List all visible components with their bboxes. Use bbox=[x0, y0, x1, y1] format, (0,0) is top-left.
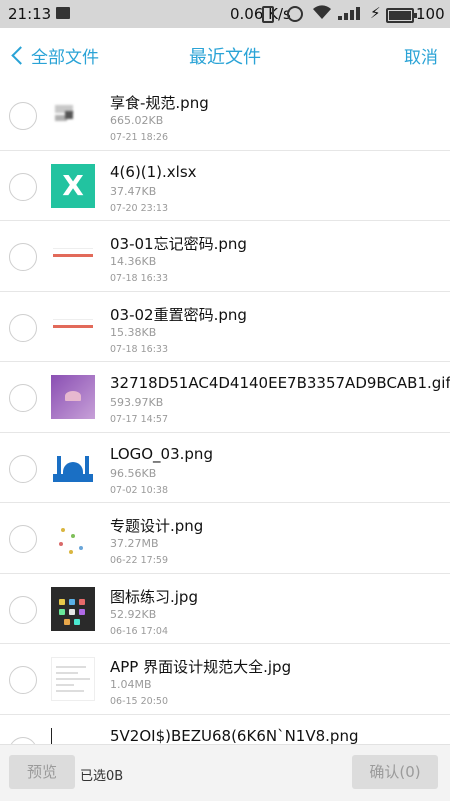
title-bar: 全部文件 最近文件 取消 bbox=[0, 28, 450, 80]
file-row[interactable]: 03-01忘记密码.png 14.36KB 07-18 16:33 bbox=[0, 221, 450, 292]
file-size: 15.38KB bbox=[110, 325, 157, 339]
selected-size: 已选0B bbox=[80, 769, 124, 784]
alarm-icon bbox=[287, 6, 303, 22]
file-name: 专题设计.png bbox=[110, 517, 204, 535]
file-date: 06-15 20:50 bbox=[110, 696, 169, 707]
file-size: 665.02KB bbox=[110, 114, 164, 127]
file-size: 52.92KB bbox=[110, 607, 157, 621]
select-radio[interactable] bbox=[9, 525, 37, 553]
file-thumbnail bbox=[51, 657, 95, 701]
file-thumbnail bbox=[51, 516, 95, 560]
file-size: 37.27MB bbox=[110, 537, 159, 550]
file-date: 07-18 16:33 bbox=[110, 273, 169, 284]
bottom-bar: 预览 已选0B 确认(0) bbox=[0, 744, 450, 801]
file-size: 96.56KB bbox=[110, 466, 157, 480]
file-date: 06-22 17:59 bbox=[110, 555, 169, 566]
signal-icon bbox=[338, 7, 364, 20]
file-row[interactable]: 专题设计.png 37.27MB 06-22 17:59 bbox=[0, 503, 450, 574]
file-row[interactable]: 32718D51AC4D4140EE7B3357AD9BCAB1.gif 593… bbox=[0, 362, 450, 433]
confirm-button[interactable]: 确认(0) bbox=[352, 755, 438, 789]
select-radio[interactable] bbox=[9, 595, 37, 624]
file-date: 07-17 14:57 bbox=[110, 414, 169, 425]
file-name: 图标练习.jpg bbox=[110, 587, 198, 606]
file-row[interactable]: 5V2OI$)BEZU68(6K6N`N1V8.png bbox=[0, 715, 450, 745]
select-radio[interactable] bbox=[9, 313, 37, 342]
page-title: 最近文件 bbox=[189, 47, 261, 68]
file-thumbnail bbox=[51, 375, 95, 419]
file-size: 593.97KB bbox=[110, 396, 164, 409]
file-thumbnail bbox=[51, 234, 95, 278]
select-radio[interactable] bbox=[9, 384, 37, 412]
preview-button[interactable]: 预览 bbox=[9, 755, 75, 789]
file-date: 06-16 17:04 bbox=[110, 625, 169, 637]
wifi-icon bbox=[312, 4, 332, 24]
file-row[interactable]: APP 界面设计规范大全.jpg 1.04MB 06-15 20:50 bbox=[0, 644, 450, 715]
file-thumbnail bbox=[51, 586, 95, 631]
file-name: 享食-规范.png bbox=[110, 94, 209, 112]
select-radio[interactable] bbox=[9, 172, 37, 201]
select-radio[interactable] bbox=[9, 243, 37, 271]
file-row[interactable]: 图标练习.jpg 52.92KB 06-16 17:04 bbox=[0, 574, 450, 644]
file-row[interactable]: LOGO_03.png 96.56KB 07-02 10:38 bbox=[0, 433, 450, 503]
file-row[interactable]: 03-02重置密码.png 15.38KB 07-18 16:33 bbox=[0, 292, 450, 362]
cancel-button[interactable]: 取消 bbox=[404, 43, 438, 68]
file-size: 1.04MB bbox=[110, 678, 152, 691]
battery-percent: 100 bbox=[416, 5, 445, 23]
file-list[interactable]: 享食-规范.png 665.02KB 07-21 18:26 X 4(6)(1)… bbox=[0, 80, 450, 744]
file-name: 03-01忘记密码.png bbox=[110, 235, 247, 253]
select-radio[interactable] bbox=[9, 666, 37, 694]
file-name: 5V2OI$)BEZU68(6K6N`N1V8.png bbox=[110, 726, 359, 745]
file-row[interactable]: X 4(6)(1).xlsx 37.47KB 07-20 23:13 bbox=[0, 151, 450, 221]
vibrate-icon bbox=[262, 6, 274, 23]
status-time: 21:13 bbox=[8, 5, 52, 23]
file-thumbnail bbox=[51, 93, 95, 137]
file-name: LOGO_03.png bbox=[110, 444, 213, 463]
file-name: 4(6)(1).xlsx bbox=[110, 162, 197, 181]
select-radio[interactable] bbox=[9, 736, 37, 744]
file-thumbnail bbox=[51, 304, 95, 349]
file-size: 37.47KB bbox=[110, 184, 157, 198]
status-bar: 21:13 0.06 K/s ⚡ 100 bbox=[0, 0, 450, 28]
file-name: APP 界面设计规范大全.jpg bbox=[110, 658, 292, 676]
select-radio[interactable] bbox=[9, 102, 37, 130]
file-date: 07-18 16:33 bbox=[110, 343, 169, 355]
file-thumbnail bbox=[51, 727, 95, 744]
file-name: 03-02重置密码.png bbox=[110, 305, 247, 324]
file-date: 07-02 10:38 bbox=[110, 484, 169, 496]
message-icon bbox=[56, 7, 70, 19]
charging-icon: ⚡ bbox=[370, 4, 381, 22]
file-date: 07-21 18:26 bbox=[110, 132, 169, 143]
file-thumbnail bbox=[51, 445, 95, 490]
network-speed: 0.06 K/s bbox=[230, 5, 291, 23]
excel-icon: X bbox=[51, 163, 95, 208]
battery-icon bbox=[386, 8, 417, 23]
file-size: 14.36KB bbox=[110, 255, 157, 268]
file-row[interactable]: 享食-规范.png 665.02KB 07-21 18:26 bbox=[0, 80, 450, 151]
file-name: 32718D51AC4D4140EE7B3357AD9BCAB1.gif bbox=[110, 374, 450, 392]
file-date: 07-20 23:13 bbox=[110, 202, 169, 214]
select-radio[interactable] bbox=[9, 454, 37, 483]
